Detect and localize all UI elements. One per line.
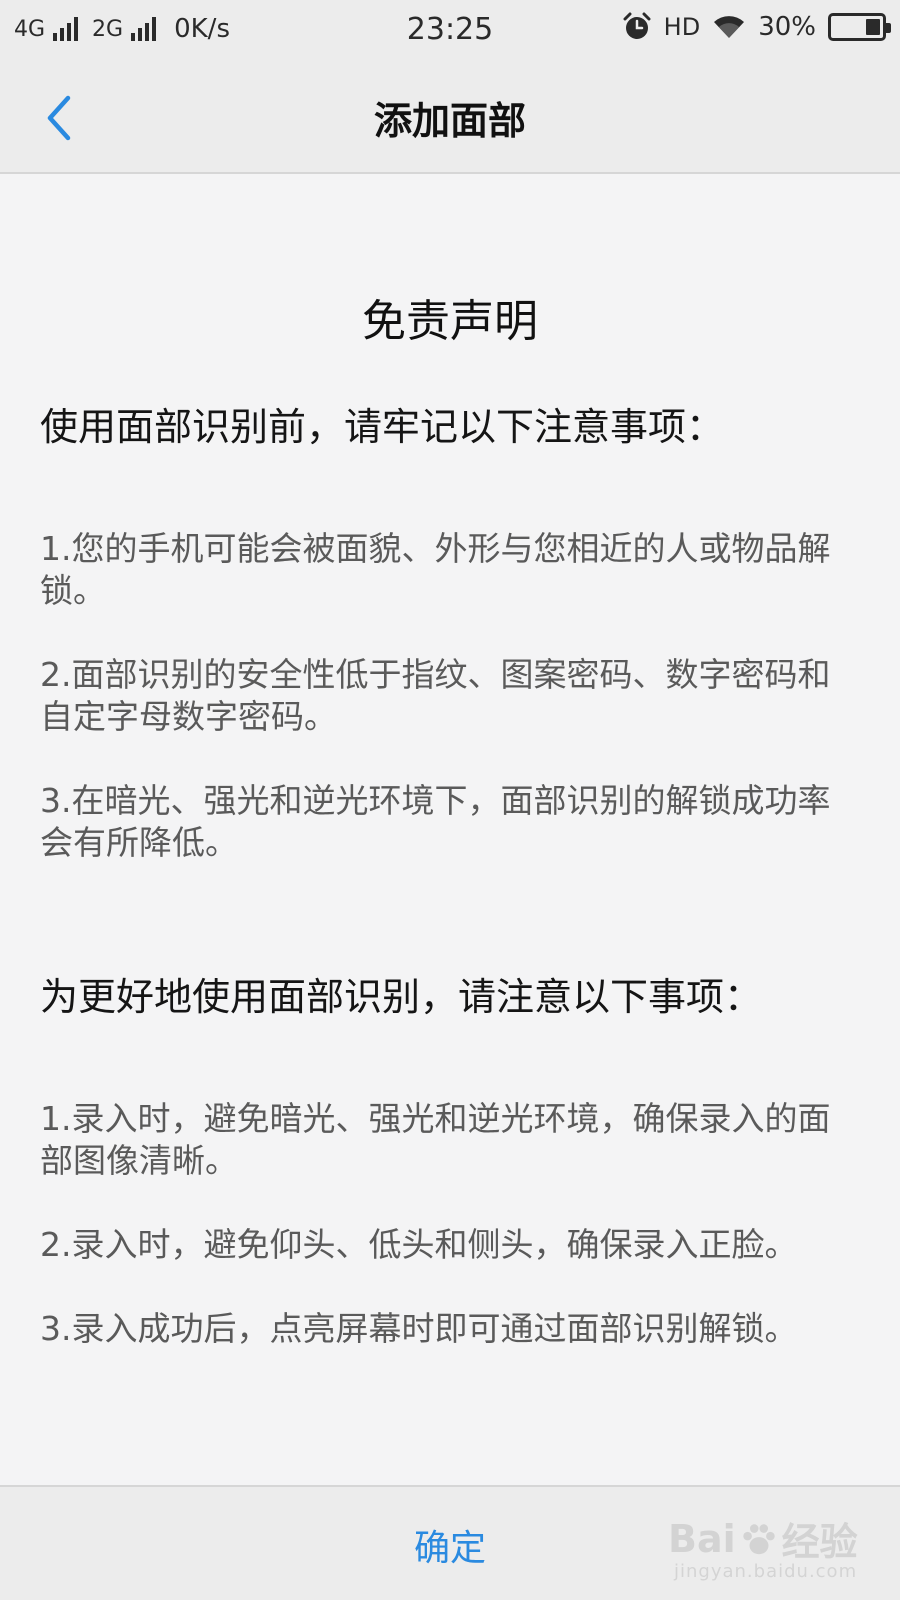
status-bar: 4G 2G 0K/s 23:25 HD 30% — [0, 0, 900, 62]
status-left: 4G 2G 0K/s — [14, 14, 230, 44]
battery-level — [866, 19, 880, 35]
network-type-2: 2G — [92, 16, 124, 42]
paw-icon — [742, 1523, 775, 1554]
notice-list-before-use: 1.您的手机可能会被面貌、外形与您相近的人或物品解锁。 2.面部识别的安全性低于… — [40, 486, 860, 906]
notice-item: 3.在暗光、强光和逆光环境下，面部识别的解锁成功率会有所降低。 — [40, 781, 831, 862]
notice-item: 2.录入时，避免仰头、低头和侧头，确保录入正脸。 — [40, 1225, 798, 1264]
notice-item: 3.录入成功后，点亮屏幕时即可通过面部识别解锁。 — [40, 1309, 798, 1348]
disclaimer-content: 免责声明 使用面部识别前，请牢记以下注意事项： 1.您的手机可能会被面貌、外形与… — [40, 174, 860, 1392]
section-heading-before-use: 使用面部识别前，请牢记以下注意事项： — [40, 405, 725, 449]
section-heading-better-use: 为更好地使用面部识别，请注意以下事项： — [40, 975, 763, 1019]
hd-indicator: HD — [663, 13, 701, 41]
wifi-icon — [714, 16, 745, 38]
notice-item: 1.您的手机可能会被面貌、外形与您相近的人或物品解锁。 — [40, 529, 831, 610]
network-type-1: 4G — [14, 16, 46, 42]
bottom-action-bar: 确定 Bai 经验 jingyan.baidu.com — [0, 1485, 900, 1600]
notice-item: 1.录入时，避免暗光、强光和逆光环境，确保录入的面部图像清晰。 — [40, 1099, 831, 1180]
watermark-brand-cn: 经验 — [781, 1520, 858, 1564]
signal-icon — [53, 17, 79, 41]
battery-icon — [828, 13, 891, 41]
watermark-url: jingyan.baidu.com — [674, 1561, 858, 1582]
disclaimer-title: 免责声明 — [362, 296, 538, 347]
status-right: HD 30% — [622, 12, 891, 42]
network-speed: 0K/s — [174, 14, 230, 44]
chevron-left-icon — [47, 95, 71, 141]
signal-icon — [131, 17, 157, 41]
confirm-button[interactable]: 确定 — [300, 1507, 600, 1583]
watermark-brand: Bai — [668, 1516, 736, 1561]
watermark-logo: Bai 经验 — [668, 1511, 858, 1566]
page-title: 添加面部 — [373, 99, 526, 143]
alarm-icon — [623, 12, 651, 39]
navigation-bar: 添加面部 — [0, 62, 900, 174]
notice-list-better-use: 1.录入时，避免暗光、强光和逆光环境，确保录入的面部图像清晰。 2.录入时，避免… — [40, 1056, 860, 1392]
back-button[interactable] — [36, 90, 86, 146]
battery-percentage: 30% — [758, 12, 816, 42]
baidu-jingyan-watermark: Bai 经验 jingyan.baidu.com — [668, 1505, 858, 1585]
notice-item: 2.面部识别的安全性低于指纹、图案密码、数字密码和自定字母数字密码。 — [40, 655, 831, 736]
